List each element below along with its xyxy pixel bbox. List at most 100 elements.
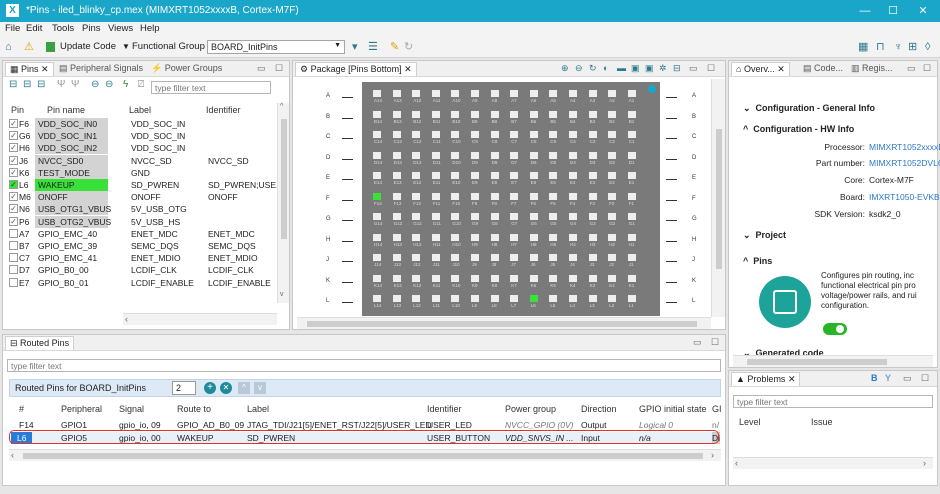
pin-row[interactable]: ✓ K6 TEST_MODE GND bbox=[5, 166, 275, 179]
package-pin-f14[interactable] bbox=[373, 192, 381, 200]
maximize-view-icon[interactable]: ☐ bbox=[711, 337, 719, 348]
package-pin-g5[interactable] bbox=[549, 213, 558, 220]
package-pin-d6[interactable] bbox=[529, 151, 538, 159]
view-both-icon[interactable]: ▣ bbox=[645, 63, 654, 74]
package-pin-b5[interactable] bbox=[549, 110, 558, 118]
package-pin-c5[interactable] bbox=[549, 131, 558, 138]
package-pin-f3[interactable] bbox=[588, 192, 597, 200]
package-pin-h12[interactable] bbox=[412, 233, 421, 241]
package-pin-j3[interactable] bbox=[588, 254, 597, 261]
package-pin-l14[interactable] bbox=[373, 295, 381, 302]
chevron-right-icon[interactable]: › bbox=[711, 450, 714, 460]
package-pin-b14[interactable] bbox=[373, 110, 381, 118]
chevron-left-icon[interactable]: ‹ bbox=[125, 314, 128, 324]
package-pin-h6[interactable] bbox=[529, 233, 538, 241]
package-pin-k4[interactable] bbox=[569, 274, 577, 282]
section-general-info[interactable]: ⌄ Configuration - General Info bbox=[743, 103, 875, 114]
board-value[interactable]: IMXRT1050-EVKB bbox=[869, 192, 940, 202]
menu-pins[interactable]: Pins bbox=[82, 23, 100, 34]
pins-hscrollbar[interactable]: ‹ bbox=[123, 313, 277, 325]
update-code-button[interactable]: Update Code bbox=[60, 41, 116, 53]
package-pin-b9[interactable] bbox=[471, 110, 479, 118]
menu-file[interactable]: File bbox=[5, 23, 20, 34]
scroll-thumb[interactable] bbox=[716, 129, 722, 269]
grid-icon[interactable]: ⊞ bbox=[908, 41, 917, 53]
package-pin-b8[interactable] bbox=[490, 110, 499, 118]
package-pin-l8[interactable] bbox=[490, 295, 499, 302]
pin-checkbox[interactable] bbox=[9, 253, 18, 263]
package-pin-c12[interactable] bbox=[412, 131, 421, 138]
package-pin-b1[interactable] bbox=[627, 110, 636, 118]
problems-hscrollbar[interactable]: ‹ › bbox=[733, 457, 933, 469]
package-pin-f12[interactable] bbox=[412, 192, 421, 200]
package-pin-e6[interactable] bbox=[529, 172, 538, 179]
filter-icon[interactable]: ▾ bbox=[352, 41, 358, 53]
pin-row[interactable]: D7 GPIO_B0_00 LCDIF_CLK LCDIF_CLK bbox=[5, 264, 275, 276]
package-pin-b13[interactable] bbox=[392, 110, 401, 118]
package-pin-c11[interactable] bbox=[431, 131, 440, 138]
problems-filter-input[interactable]: type filter text bbox=[733, 395, 933, 408]
package-pin-a12[interactable] bbox=[412, 90, 421, 97]
package-pin-b7[interactable] bbox=[510, 110, 519, 118]
package-pin-d3[interactable] bbox=[588, 151, 597, 159]
package-pin-g13[interactable] bbox=[392, 213, 401, 220]
pin-row[interactable]: ✓ H6 VDD_SOC_IN2 VDD_SOC_IN bbox=[5, 142, 275, 155]
package-pin-l11[interactable] bbox=[431, 295, 440, 302]
package-pin-j2[interactable] bbox=[608, 254, 617, 261]
package-pin-j4[interactable] bbox=[569, 254, 577, 261]
package-pin-b6[interactable] bbox=[529, 110, 538, 118]
pins-vscrollbar[interactable]: ^ v bbox=[277, 103, 289, 303]
pin-checkbox[interactable] bbox=[9, 265, 18, 275]
pin-checkbox[interactable]: ✓ bbox=[9, 155, 18, 165]
package-pin-e8[interactable] bbox=[490, 172, 499, 179]
routed-col-num[interactable]: # bbox=[19, 404, 24, 414]
pin-row[interactable]: E7 GPIO_B0_01 LCDIF_ENABLE LCDIF_ENABLE bbox=[5, 277, 275, 289]
menu-tools[interactable]: Tools bbox=[52, 23, 74, 34]
package-pin-k3[interactable] bbox=[588, 274, 597, 282]
package-pin-b12[interactable] bbox=[412, 110, 421, 118]
minimize-view-icon[interactable]: ▭ bbox=[903, 373, 912, 384]
pin-row[interactable]: B7 GPIO_EMC_39 SEMC_DQS SEMC_DQS bbox=[5, 240, 275, 252]
chevron-right-icon[interactable]: › bbox=[923, 458, 926, 468]
routed-col-peripheral[interactable]: Peripheral bbox=[61, 404, 102, 414]
package-pin-f2[interactable] bbox=[608, 192, 617, 200]
package-pin-e5[interactable] bbox=[549, 172, 558, 179]
package-pin-k8[interactable] bbox=[490, 274, 499, 282]
link2-icon[interactable]: ⊖ bbox=[105, 79, 113, 91]
minimize-view-icon[interactable]: ▭ bbox=[257, 63, 266, 74]
package-pin-e1[interactable] bbox=[627, 172, 636, 179]
fit-icon[interactable]: ◐ bbox=[603, 63, 608, 73]
package-pin-c10[interactable] bbox=[451, 131, 460, 138]
pin-row[interactable]: C7 GPIO_EMC_41 ENET_MDIO ENET_MDIO bbox=[5, 252, 275, 264]
package-pin-h14[interactable] bbox=[373, 233, 381, 241]
zoom-out-icon[interactable]: ⊖ bbox=[575, 63, 583, 74]
package-pin-a5[interactable] bbox=[549, 90, 558, 97]
chevron-up-icon[interactable]: ^ bbox=[280, 103, 283, 110]
package-pin-d12[interactable] bbox=[412, 151, 421, 159]
package-pin-h2[interactable] bbox=[608, 233, 617, 241]
package-pin-h11[interactable] bbox=[431, 233, 440, 241]
package-pin-b11[interactable] bbox=[431, 110, 440, 118]
pin-row[interactable]: ✓ L6 WAKEUP SD_PWREN SD_PWREN;USE... bbox=[5, 179, 283, 191]
menu-views[interactable]: Views bbox=[108, 23, 133, 34]
package-pin-a4[interactable] bbox=[569, 90, 577, 97]
tab-registers[interactable]: ▥ Regis... bbox=[847, 62, 897, 76]
package-pin-c9[interactable] bbox=[471, 131, 479, 138]
minimize-view-icon[interactable]: ▭ bbox=[693, 337, 702, 348]
tab-package[interactable]: ⚙ Package [Pins Bottom] ✕ bbox=[295, 62, 417, 76]
pin-checkbox[interactable]: ✓ bbox=[9, 192, 18, 202]
export-icon[interactable]: ⊟ bbox=[673, 63, 681, 74]
routed-col-signal[interactable]: Signal bbox=[119, 404, 144, 414]
package-pin-a1[interactable] bbox=[627, 90, 636, 97]
routed-col-route[interactable]: Route to bbox=[177, 404, 211, 414]
package-pin-l13[interactable] bbox=[392, 295, 401, 302]
clear-filter-icon[interactable]: ⍁ bbox=[138, 79, 144, 91]
package-pin-a7[interactable] bbox=[510, 90, 519, 97]
package-pin-l3[interactable] bbox=[588, 295, 597, 302]
package-pin-j13[interactable] bbox=[392, 254, 401, 261]
routed-hscrollbar[interactable]: ‹ › bbox=[9, 449, 721, 461]
package-pin-e9[interactable] bbox=[471, 172, 479, 179]
col-label[interactable]: Label bbox=[129, 105, 151, 115]
package-pin-l10[interactable] bbox=[451, 295, 460, 302]
package-pin-a6[interactable] bbox=[529, 90, 538, 97]
